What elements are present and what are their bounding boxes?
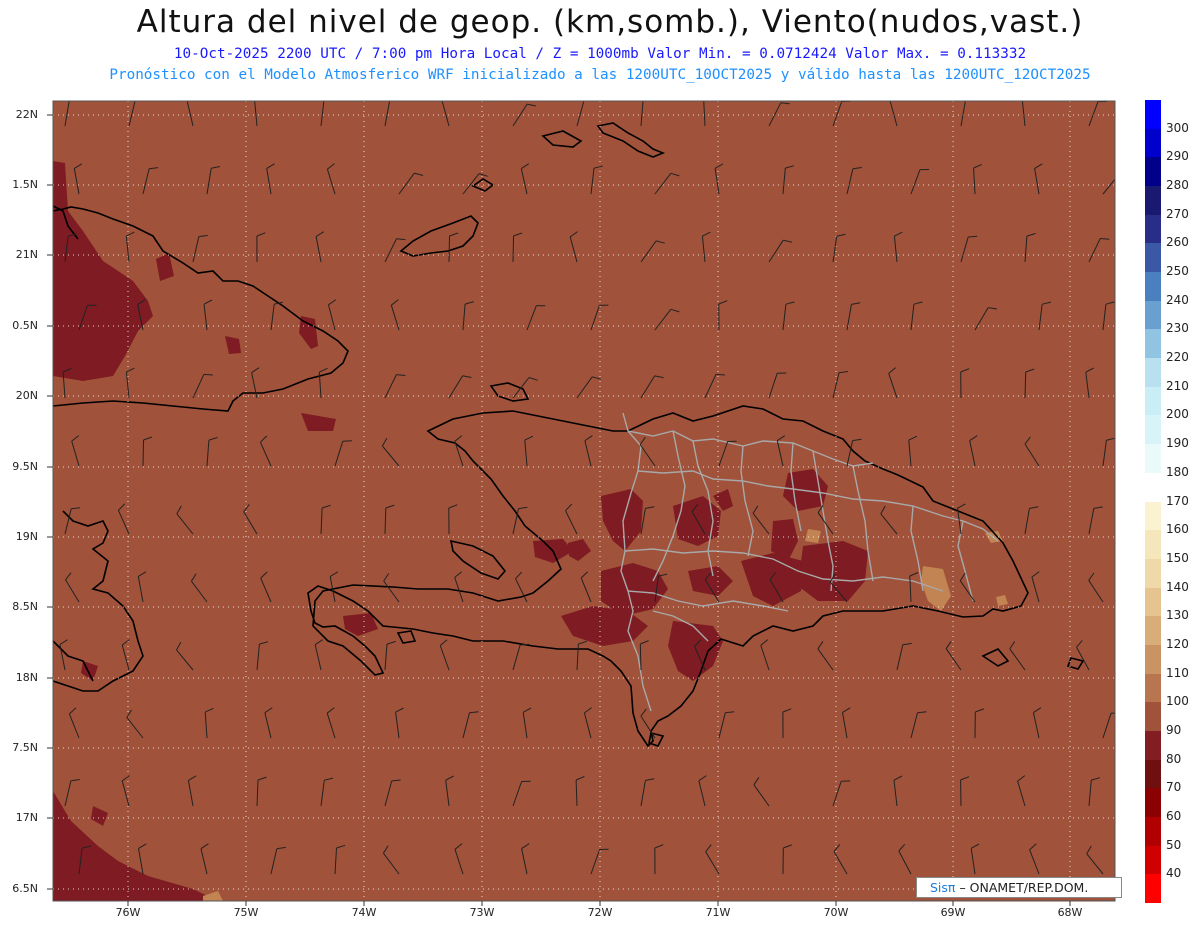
colorbar-label: 270 (1166, 206, 1189, 221)
credit-brand: Sisπ (930, 880, 956, 895)
lat-label-19-5n: 9.5N (12, 460, 38, 473)
lat-label-17-5n: 7.5N (12, 741, 38, 754)
colorbar-label: 130 (1166, 608, 1189, 623)
lat-label-18-5n: 8.5N (12, 600, 38, 613)
colorbar-cell (1145, 874, 1161, 904)
colorbar-cell (1145, 157, 1161, 187)
colorbar-label: 170 (1166, 493, 1189, 508)
lon-label-75w: 75W (233, 906, 259, 919)
lon-label-71w: 71W (705, 906, 731, 919)
colorbar-cell (1145, 587, 1161, 617)
colorbar-cell (1145, 845, 1161, 875)
colorbar-cell (1145, 530, 1161, 560)
lat-label-21n: 21N (15, 248, 38, 261)
lon-label-68w: 68W (1057, 906, 1083, 919)
colorbar-label: 260 (1166, 235, 1189, 250)
lat-label-20n: 20N (15, 389, 38, 402)
colorbar-label: 40 (1166, 866, 1182, 881)
lon-label-69w: 69W (940, 906, 966, 919)
colorbar-label: 190 (1166, 436, 1189, 451)
lat-label-18n: 18N (15, 671, 38, 684)
colorbar-cell (1145, 186, 1161, 216)
colorbar-label: 280 (1166, 178, 1189, 193)
credit-text: – ONAMET/REP.DOM. (959, 880, 1089, 895)
colorbar-label: 290 (1166, 149, 1189, 164)
colorbar-label: 150 (1166, 550, 1189, 565)
colorbar-cell (1145, 100, 1161, 130)
colorbar-label: 100 (1166, 694, 1189, 709)
colorbar-label: 180 (1166, 464, 1189, 479)
colorbar-label: 70 (1166, 780, 1182, 795)
colorbar-label: 90 (1166, 722, 1182, 737)
colorbar-label: 240 (1166, 292, 1189, 307)
lon-label-76w: 76W (115, 906, 141, 919)
lat-label-20-5n: 0.5N (12, 319, 38, 332)
colorbar-cell (1145, 501, 1161, 531)
colorbar-label: 80 (1166, 751, 1182, 766)
colorbar-label: 120 (1166, 636, 1189, 651)
colorbar-label: 210 (1166, 378, 1189, 393)
lat-label-17n: 17N (15, 811, 38, 824)
lon-label-70w: 70W (823, 906, 849, 919)
colorbar-cell (1145, 644, 1161, 675)
lat-label-22n: 22N (15, 108, 38, 121)
colorbar-cell (1145, 616, 1161, 646)
colorbar-label: 220 (1166, 350, 1189, 365)
lon-label-73w: 73W (469, 906, 495, 919)
colorbar-cell (1145, 329, 1161, 359)
colorbar-cell (1145, 300, 1161, 330)
colorbar-cell (1145, 730, 1161, 761)
colorbar-cell (1145, 444, 1161, 474)
colorbar (1145, 100, 1161, 904)
lat-label-21-5n: 1.5N (12, 178, 38, 191)
colorbar-cell (1145, 788, 1161, 818)
credit-box: Sisπ – ONAMET/REP.DOM. (916, 877, 1122, 898)
colorbar-cell (1145, 272, 1161, 302)
colorbar-cell (1145, 702, 1161, 732)
colorbar-cell (1145, 415, 1161, 445)
map-axes (47, 100, 1116, 906)
colorbar-cell (1145, 243, 1161, 273)
colorbar-cell (1145, 816, 1161, 847)
colorbar-label: 110 (1166, 665, 1189, 680)
colorbar-cell (1145, 214, 1161, 244)
colorbar-label: 300 (1166, 120, 1189, 135)
colorbar-label: 160 (1166, 522, 1189, 537)
colorbar-cell (1145, 673, 1161, 703)
lat-label-16-5n: 6.5N (12, 882, 38, 895)
lon-label-74w: 74W (351, 906, 377, 919)
colorbar-cell (1145, 759, 1161, 789)
colorbar-cell (1145, 386, 1161, 416)
colorbar-label: 50 (1166, 837, 1182, 852)
colorbar-cell (1145, 358, 1161, 388)
lon-label-72w: 72W (587, 906, 613, 919)
colorbar-cell (1145, 472, 1161, 502)
colorbar-label: 140 (1166, 579, 1189, 594)
colorbar-cell (1145, 558, 1161, 589)
colorbar-cell (1145, 128, 1161, 158)
colorbar-label: 60 (1166, 808, 1182, 823)
colorbar-label: 230 (1166, 321, 1189, 336)
colorbar-label: 250 (1166, 264, 1189, 279)
lat-label-19n: 19N (15, 530, 38, 543)
colorbar-label: 200 (1166, 407, 1189, 422)
